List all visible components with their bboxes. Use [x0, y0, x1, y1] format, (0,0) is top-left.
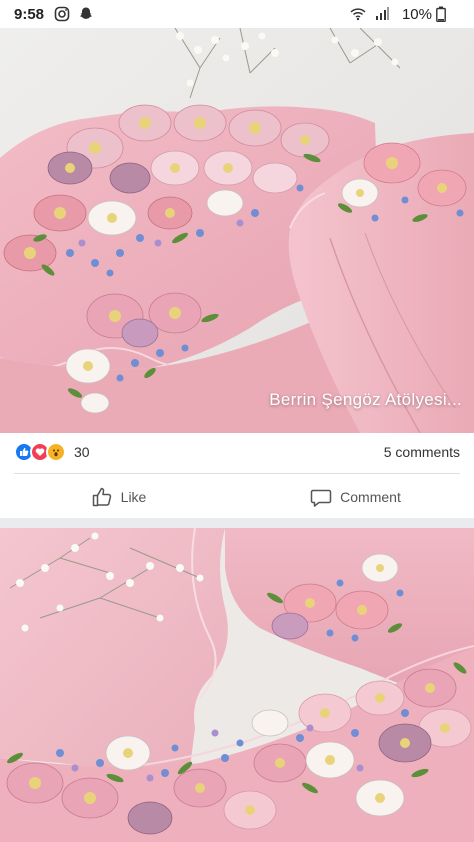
battery-percent: 10%: [401, 5, 432, 23]
reaction-count: 30: [74, 444, 90, 460]
comment-button[interactable]: Comment: [237, 486, 474, 508]
reactions-row[interactable]: 30 5 comments: [0, 433, 474, 471]
comment-label: Comment: [340, 489, 401, 505]
status-right: 10%: [350, 6, 460, 23]
image-caption: Berrin Şengöz Atölyesi...: [269, 390, 462, 409]
post-image-embroidery[interactable]: Berrin Şengöz Atölyesi...: [0, 28, 474, 433]
wifi-icon: [350, 6, 366, 22]
next-post-image[interactable]: [0, 528, 474, 842]
wow-reaction-icon: [46, 442, 66, 462]
reaction-icons[interactable]: [14, 442, 66, 462]
battery-icon: [436, 6, 452, 23]
comments-count-link[interactable]: 5 comments: [384, 444, 460, 460]
thumbs-up-icon: [92, 487, 111, 507]
status-bar: 9:58 10%: [0, 0, 474, 28]
instagram-icon: [54, 6, 70, 22]
divider: [14, 473, 460, 474]
signal-icon: [374, 6, 390, 22]
snapchat-icon: [78, 6, 94, 22]
like-button[interactable]: Like: [0, 486, 237, 508]
status-time: 9:58: [14, 5, 45, 23]
like-label: Like: [120, 489, 147, 505]
comment-icon: [310, 489, 332, 507]
feed-separator: [0, 518, 474, 528]
post-actions: Like Comment: [0, 478, 474, 516]
